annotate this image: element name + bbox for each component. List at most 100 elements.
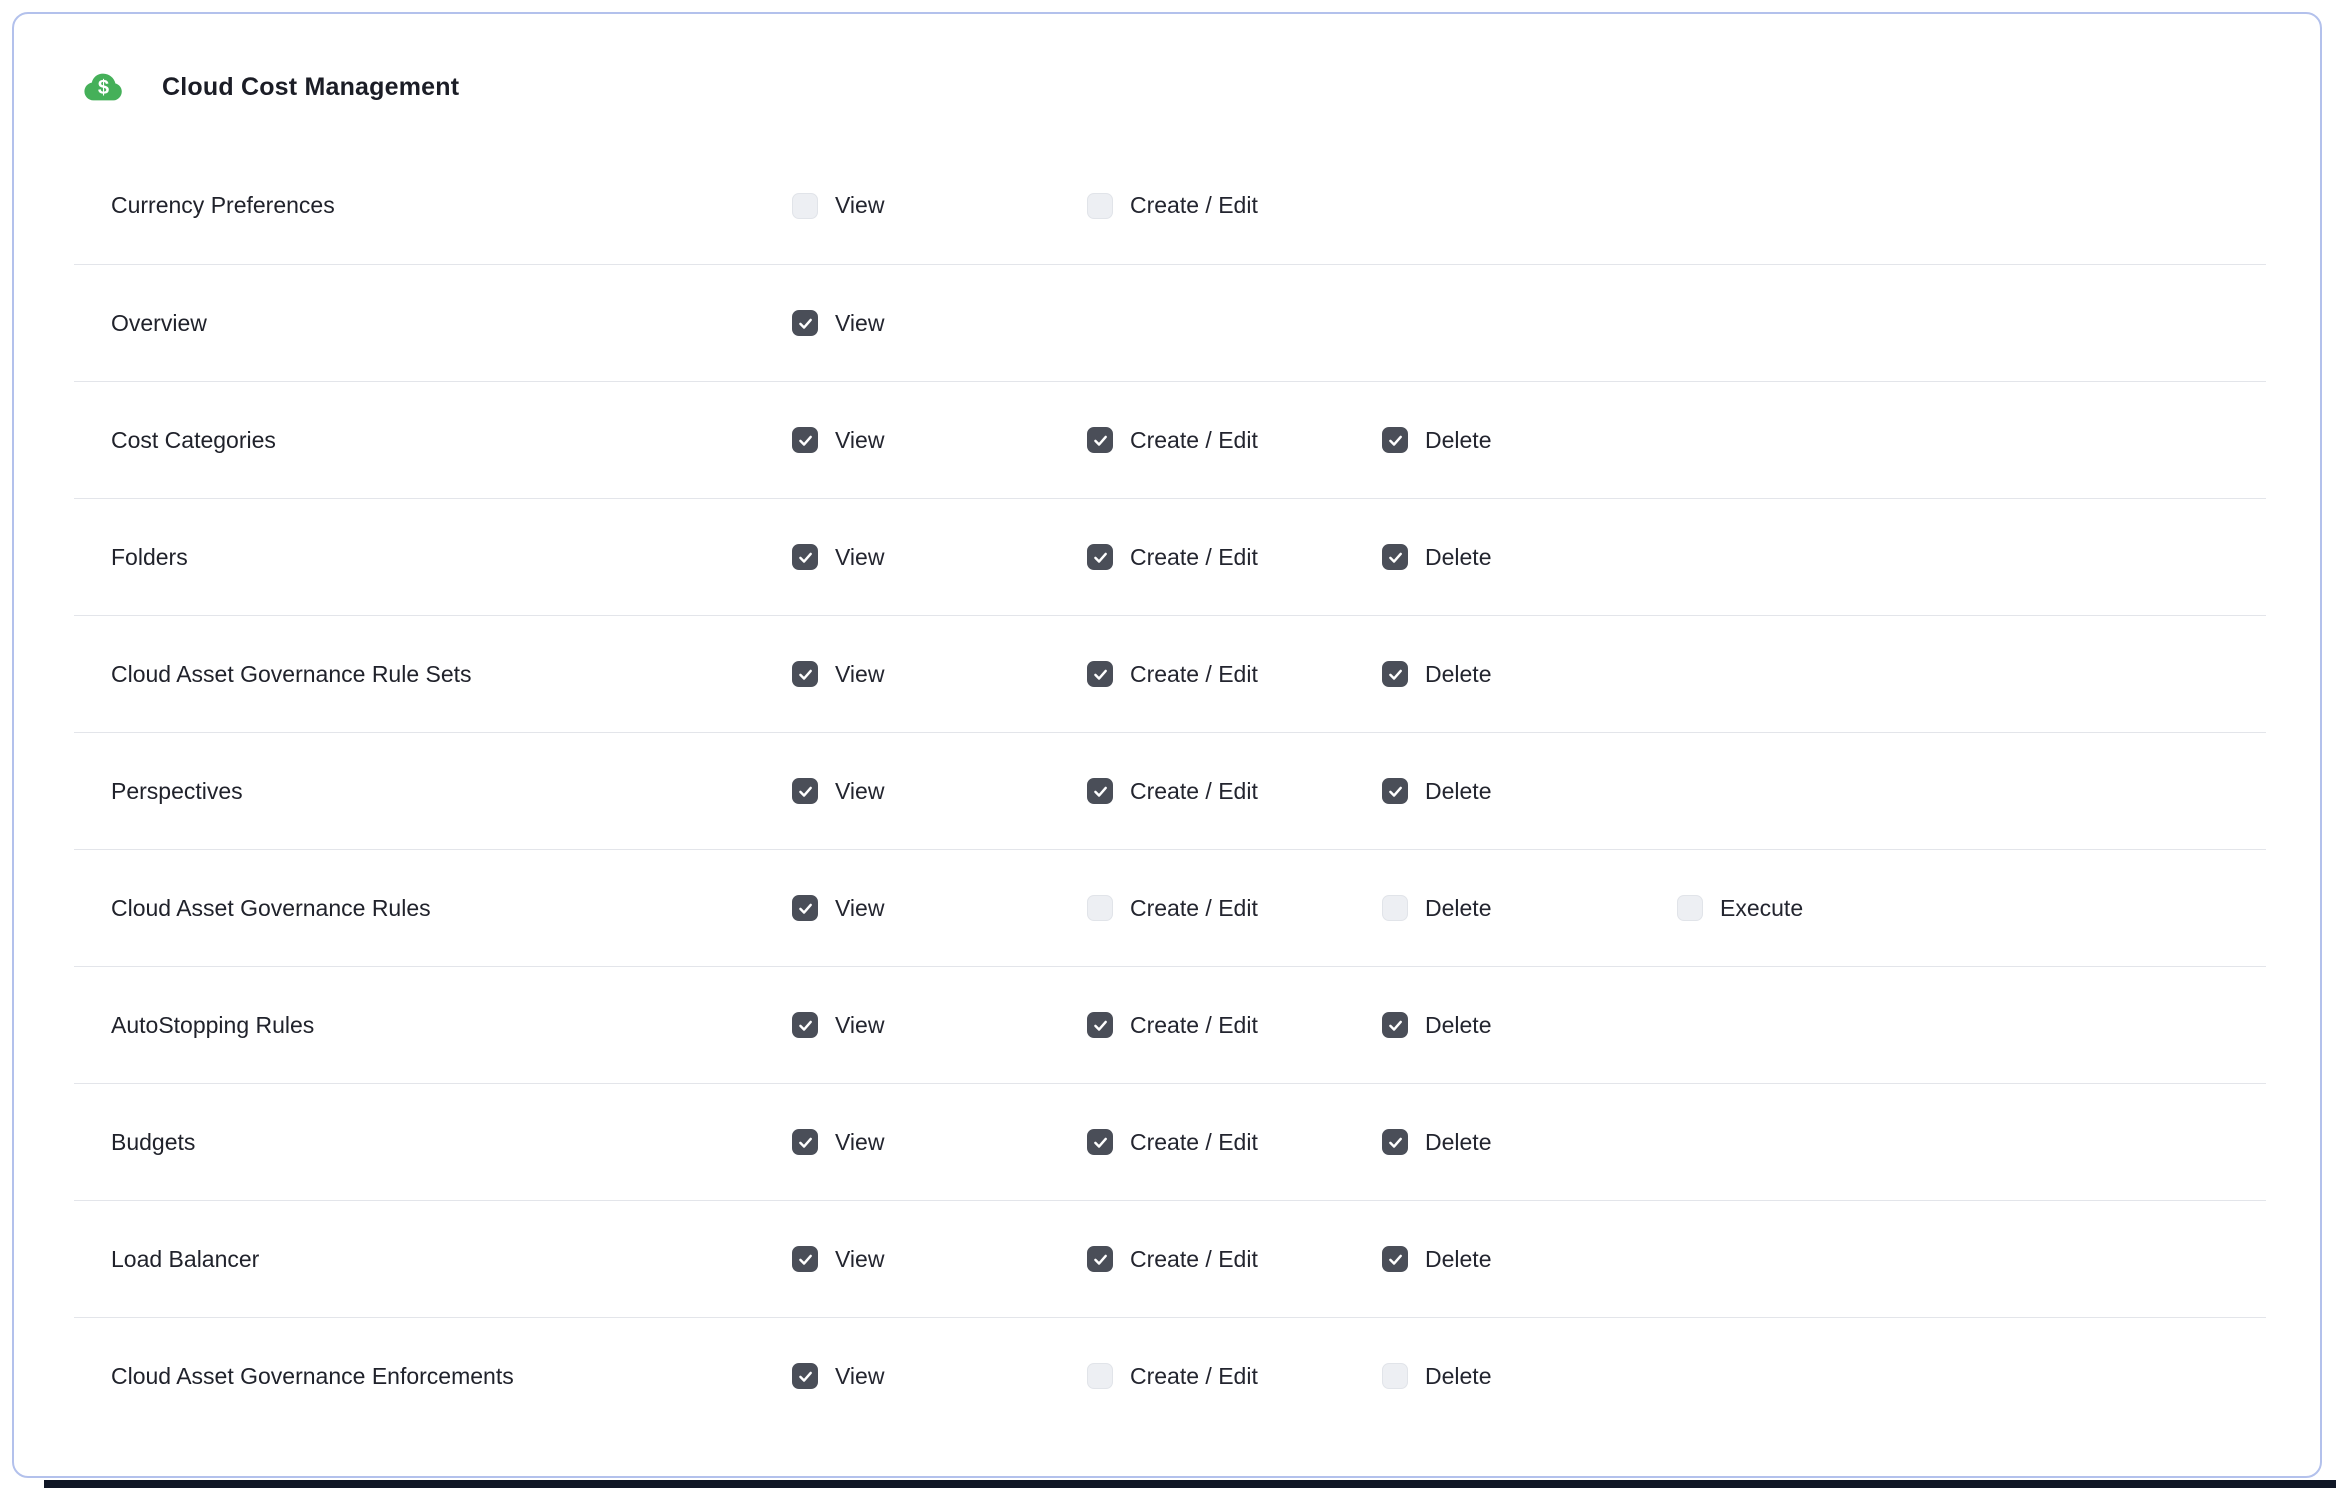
checkbox-checked-delete[interactable] [1382, 1246, 1408, 1272]
check-icon [797, 315, 814, 332]
permission-row-label: Overview [111, 310, 792, 337]
check-icon [1387, 666, 1404, 683]
checkbox-checked-view[interactable] [792, 1129, 818, 1155]
permission-row: Cloud Asset Governance Enforcements View… [74, 1317, 2266, 1434]
permission-cell-create-edit: Create / Edit [1087, 427, 1382, 454]
checkbox-checked-create-edit[interactable] [1087, 1246, 1113, 1272]
permission-cell-delete: Delete [1382, 1012, 1677, 1039]
checkbox-label-view: View [835, 895, 884, 922]
check-icon [797, 1251, 814, 1268]
check-icon [1387, 1134, 1404, 1151]
permission-row: Cloud Asset Governance Rule Sets ViewCre… [74, 615, 2266, 732]
permission-cells: ViewCreate / EditDelete [792, 1363, 1677, 1390]
permission-cell-execute: Execute [1677, 895, 1972, 922]
check-icon [797, 432, 814, 449]
check-icon [797, 1134, 814, 1151]
checkbox-label-delete: Delete [1425, 544, 1491, 571]
permission-cell-delete: Delete [1382, 1246, 1677, 1273]
permission-cell-view: View [792, 310, 1087, 337]
checkbox-label-delete: Delete [1425, 1129, 1491, 1156]
checkbox-label-view: View [835, 544, 884, 571]
checkbox-checked-delete[interactable] [1382, 1012, 1408, 1038]
permission-cell-view: View [792, 778, 1087, 805]
checkbox-checked-delete[interactable] [1382, 544, 1408, 570]
checkbox-checked-view[interactable] [792, 661, 818, 687]
checkbox-unchecked-create-edit[interactable] [1087, 193, 1113, 219]
checkbox-label-view: View [835, 1129, 884, 1156]
checkbox-checked-view[interactable] [792, 1363, 818, 1389]
check-icon [1387, 1251, 1404, 1268]
check-icon [1092, 1251, 1109, 1268]
checkbox-label-delete: Delete [1425, 1363, 1491, 1390]
checkbox-unchecked-view[interactable] [792, 193, 818, 219]
checkbox-checked-create-edit[interactable] [1087, 427, 1113, 453]
permission-row: Perspectives ViewCreate / EditDelete [74, 732, 2266, 849]
permission-cells: ViewCreate / Edit [792, 192, 1382, 219]
permission-cell-view: View [792, 1246, 1087, 1273]
checkbox-checked-create-edit[interactable] [1087, 544, 1113, 570]
check-icon [1092, 432, 1109, 449]
cloud-cost-management-card: $ Cloud Cost Management Currency Prefere… [12, 12, 2322, 1478]
checkbox-checked-delete[interactable] [1382, 427, 1408, 453]
checkbox-checked-view[interactable] [792, 895, 818, 921]
checkbox-label-delete: Delete [1425, 895, 1491, 922]
checkbox-unchecked-create-edit[interactable] [1087, 895, 1113, 921]
checkbox-checked-create-edit[interactable] [1087, 1129, 1113, 1155]
checkbox-checked-delete[interactable] [1382, 661, 1408, 687]
checkbox-label-delete: Delete [1425, 778, 1491, 805]
permission-row-label: Cloud Asset Governance Rules [111, 895, 792, 922]
checkbox-checked-view[interactable] [792, 778, 818, 804]
checkbox-unchecked-execute[interactable] [1677, 895, 1703, 921]
permission-cell-delete: Delete [1382, 427, 1677, 454]
permission-cell-create-edit: Create / Edit [1087, 544, 1382, 571]
checkbox-label-view: View [835, 192, 884, 219]
checkbox-label-create-edit: Create / Edit [1130, 895, 1258, 922]
checkbox-checked-view[interactable] [792, 1012, 818, 1038]
checkbox-checked-create-edit[interactable] [1087, 778, 1113, 804]
checkbox-label-create-edit: Create / Edit [1130, 427, 1258, 454]
checkbox-unchecked-delete[interactable] [1382, 895, 1408, 921]
checkbox-label-create-edit: Create / Edit [1130, 1363, 1258, 1390]
permission-cells: ViewCreate / EditDelete [792, 661, 1677, 688]
check-icon [1092, 783, 1109, 800]
checkbox-checked-view[interactable] [792, 427, 818, 453]
checkbox-unchecked-create-edit[interactable] [1087, 1363, 1113, 1389]
checkbox-checked-create-edit[interactable] [1087, 1012, 1113, 1038]
permission-cell-delete: Delete [1382, 544, 1677, 571]
checkbox-checked-view[interactable] [792, 544, 818, 570]
permission-row: Overview View [74, 264, 2266, 381]
permission-row: Currency Preferences ViewCreate / Edit [74, 147, 2266, 264]
checkbox-label-create-edit: Create / Edit [1130, 544, 1258, 571]
checkbox-checked-view[interactable] [792, 1246, 818, 1272]
checkbox-label-view: View [835, 661, 884, 688]
check-icon [797, 666, 814, 683]
permission-row-label: Cloud Asset Governance Enforcements [111, 1363, 792, 1390]
permission-cell-delete: Delete [1382, 778, 1677, 805]
permission-cell-view: View [792, 1129, 1087, 1156]
check-icon [797, 900, 814, 917]
checkbox-label-create-edit: Create / Edit [1130, 1129, 1258, 1156]
permission-row-label: Perspectives [111, 778, 792, 805]
checkbox-unchecked-delete[interactable] [1382, 1363, 1408, 1389]
checkbox-checked-delete[interactable] [1382, 1129, 1408, 1155]
permission-row-label: Budgets [111, 1129, 792, 1156]
permission-cells: View Create / Edit Delete [792, 427, 1677, 454]
checkbox-checked-delete[interactable] [1382, 778, 1408, 804]
permission-row: AutoStopping Rules ViewCreate / EditDele… [74, 966, 2266, 1083]
permission-row: Load Balancer ViewCreate / EditDelete [74, 1200, 2266, 1317]
checkbox-checked-create-edit[interactable] [1087, 661, 1113, 687]
checkbox-checked-view[interactable] [792, 310, 818, 336]
checkbox-label-delete: Delete [1425, 661, 1491, 688]
permission-cell-view: View [792, 192, 1087, 219]
check-icon [1092, 666, 1109, 683]
check-icon [1387, 1017, 1404, 1034]
checkbox-label-view: View [835, 427, 884, 454]
permission-cell-delete: Delete [1382, 1129, 1677, 1156]
page-title: Cloud Cost Management [162, 73, 459, 102]
permission-cell-create-edit: Create / Edit [1087, 895, 1382, 922]
permission-cell-view: View [792, 661, 1087, 688]
permission-cell-create-edit: Create / Edit [1087, 1363, 1382, 1390]
permission-row-label: Folders [111, 544, 792, 571]
permission-cells: View Create / Edit Delete [792, 1129, 1677, 1156]
checkbox-label-create-edit: Create / Edit [1130, 1246, 1258, 1273]
